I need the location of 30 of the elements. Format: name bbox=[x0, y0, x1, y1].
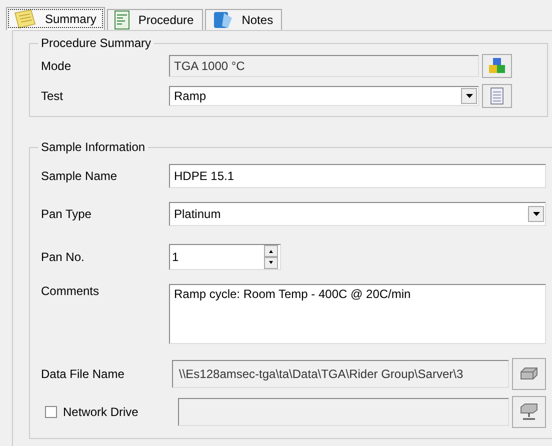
text-field[interactable]: HDPE 15.1 bbox=[169, 164, 546, 188]
field-label: Data File Name bbox=[41, 367, 126, 381]
field-label: Sample Name bbox=[41, 169, 118, 183]
note-icon bbox=[13, 9, 37, 29]
field-label: Test bbox=[41, 89, 64, 103]
notebook-icon bbox=[212, 10, 234, 30]
tab[interactable]: Summary bbox=[6, 7, 106, 30]
tab[interactable]: Procedure bbox=[107, 9, 203, 30]
checkbox-label: Network Drive bbox=[62, 405, 140, 419]
network-drive-field[interactable] bbox=[178, 398, 509, 426]
comments-field[interactable]: Ramp cycle: Room Temp - 400C @ 20C/min bbox=[169, 284, 546, 344]
dropdown[interactable]: Platinum bbox=[169, 202, 546, 226]
field-label: Pan No. bbox=[41, 250, 86, 264]
dropdown[interactable]: Ramp bbox=[169, 86, 479, 106]
number-spinner[interactable]: 1 bbox=[169, 244, 281, 270]
caret-icon bbox=[461, 88, 477, 104]
field-label: Mode bbox=[41, 59, 72, 73]
checkbox[interactable] bbox=[45, 406, 57, 418]
spin-arrows-icon bbox=[264, 245, 278, 269]
network-drive-icon[interactable] bbox=[512, 396, 546, 428]
field-label: Pan Type bbox=[41, 207, 92, 221]
cubes-icon[interactable] bbox=[482, 54, 512, 78]
drive-icon[interactable] bbox=[512, 358, 546, 390]
caret-icon bbox=[528, 206, 544, 222]
document-icon[interactable] bbox=[482, 84, 512, 108]
group-title: Sample Information bbox=[38, 140, 148, 154]
group-title: Procedure Summary bbox=[38, 36, 154, 50]
document-icon bbox=[114, 10, 130, 30]
tab[interactable]: Notes bbox=[204, 9, 282, 30]
field-label: Comments bbox=[41, 284, 100, 298]
